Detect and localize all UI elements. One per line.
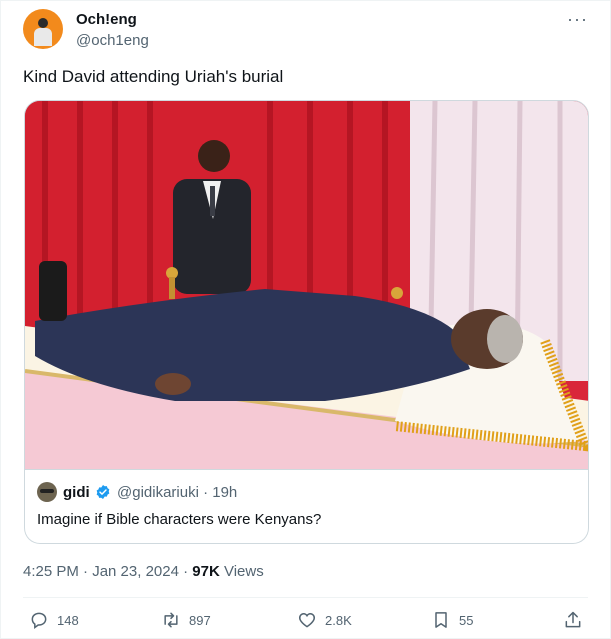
reply-button[interactable]: 148 [29, 607, 79, 633]
tweet-card: Och!eng @och1eng ··· Kind David attendin… [0, 0, 611, 639]
like-icon [298, 612, 316, 628]
tweet-meta: 4:25 PM · Jan 23, 2024 · 97K Views [23, 563, 264, 580]
more-icon[interactable]: ··· [567, 9, 588, 30]
like-button[interactable]: 2.8K [297, 607, 352, 633]
reply-count: 148 [57, 612, 79, 628]
bookmark-icon [435, 612, 447, 628]
tweet-timestamp[interactable]: 4:25 PM · Jan 23, 2024 · [23, 563, 192, 580]
quoted-author-avatar[interactable] [37, 482, 57, 502]
author-avatar[interactable] [23, 9, 63, 49]
retweet-count: 897 [189, 612, 211, 628]
tweet-image[interactable] [24, 100, 589, 470]
verified-badge-icon [96, 485, 110, 499]
tweet-text: Kind David attending Uriah's burial [23, 67, 284, 86]
views-label: Views [219, 563, 264, 580]
quoted-author-handle-time[interactable]: @gidikariuki · 19h [117, 484, 237, 501]
like-count: 2.8K [325, 612, 352, 628]
quoted-tweet-text: Imagine if Bible characters were Kenyans… [37, 511, 322, 528]
reply-icon [31, 612, 47, 629]
author-display-name[interactable]: Och!eng [76, 11, 137, 28]
author-handle[interactable]: @och1eng [76, 32, 149, 49]
divider [23, 597, 588, 598]
retweet-icon [164, 612, 178, 628]
quoted-author-name[interactable]: gidi [63, 484, 90, 501]
quoted-tweet[interactable]: gidi @gidikariuki · 19h Imagine if Bible… [24, 470, 589, 544]
bookmark-button[interactable]: 55 [431, 607, 473, 633]
views-count: 97K [192, 563, 220, 580]
bookmark-count: 55 [459, 612, 474, 628]
share-button[interactable] [563, 607, 583, 633]
share-icon [565, 611, 581, 628]
retweet-button[interactable]: 897 [161, 607, 211, 633]
